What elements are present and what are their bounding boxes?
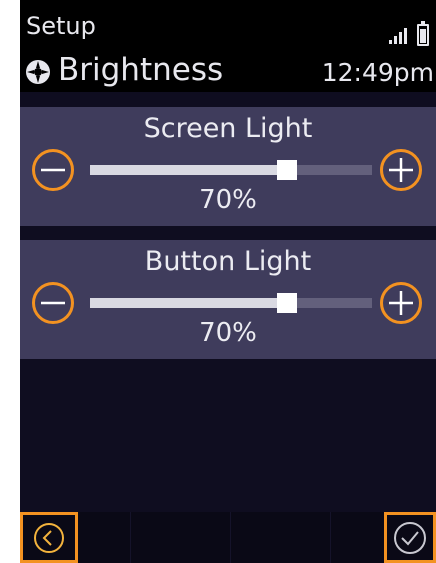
screen-light-value: 70% — [199, 185, 257, 215]
status-title: Setup — [26, 12, 96, 40]
button-light-panel: Button Light 70% — [20, 240, 436, 359]
screen-light-slider-thumb[interactable] — [277, 160, 298, 180]
header: Brightness 12:49pm — [20, 50, 436, 92]
screen-light-slider[interactable] — [90, 160, 372, 180]
signal-bars-icon — [389, 28, 409, 44]
divider — [330, 512, 331, 563]
settings-gear-icon — [26, 60, 50, 84]
button-light-slider-fill — [90, 298, 288, 308]
divider — [230, 512, 231, 563]
button-light-slider-thumb[interactable] — [277, 293, 298, 313]
chevron-left-icon — [34, 522, 64, 553]
minus-icon — [41, 168, 65, 172]
page-title: Brightness — [58, 52, 224, 88]
button-light-slider[interactable] — [90, 293, 372, 313]
button-light-value: 70% — [199, 318, 257, 348]
plus-icon — [389, 291, 413, 315]
minus-icon — [41, 301, 65, 305]
clock-time: 12:49pm — [321, 58, 434, 87]
brightness-screen: Setup Brightness 12:49pm Screen Light 70… — [20, 0, 436, 563]
confirm-button[interactable] — [384, 512, 436, 563]
button-light-label: Button Light — [144, 246, 312, 277]
bottom-bar — [20, 512, 436, 563]
battery-icon — [417, 21, 429, 46]
screen-light-slider-fill — [90, 165, 288, 175]
back-button[interactable] — [20, 512, 78, 563]
screen-light-label: Screen Light — [143, 113, 313, 144]
screen-light-panel: Screen Light 70% — [20, 107, 436, 226]
checkmark-icon — [394, 521, 426, 554]
divider — [130, 512, 131, 563]
status-bar: Setup — [20, 0, 436, 50]
plus-icon — [389, 158, 413, 182]
